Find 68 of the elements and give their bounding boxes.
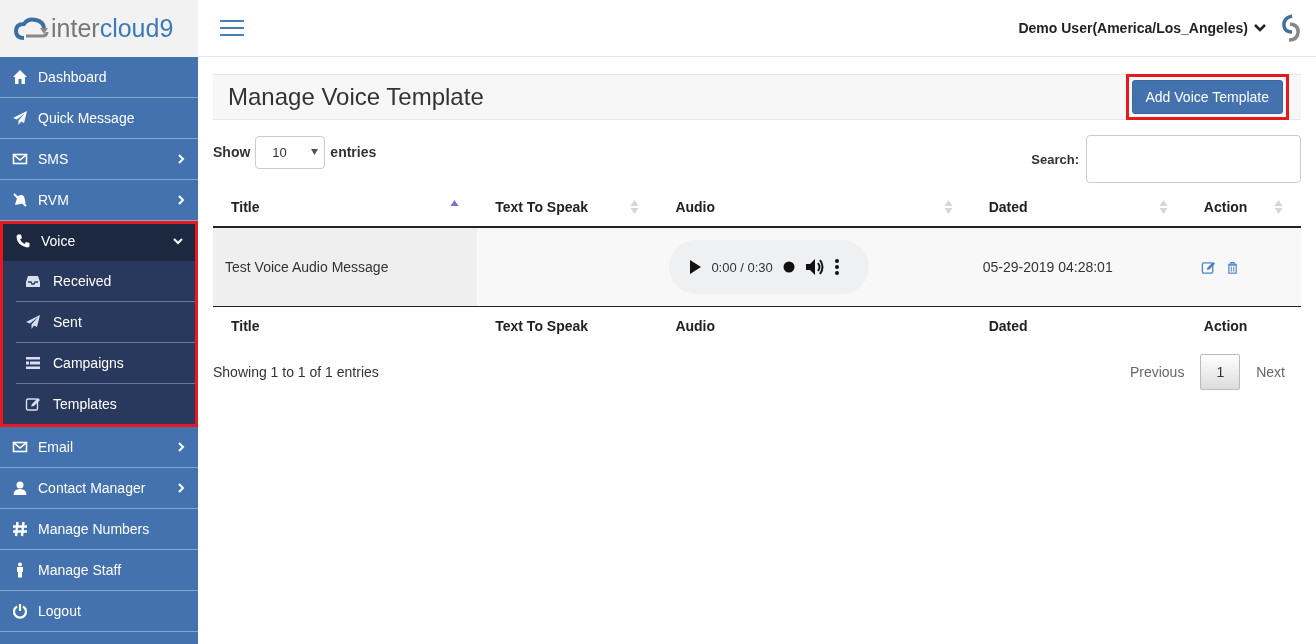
page-button[interactable]: 1: [1200, 354, 1241, 390]
house-icon: [12, 69, 28, 85]
play-icon[interactable]: [689, 260, 702, 274]
inbox-icon: [25, 273, 41, 289]
envelope-icon: [12, 439, 28, 455]
menu-icon[interactable]: [220, 19, 244, 37]
entries-select[interactable]: 10: [255, 135, 326, 169]
edit-icon[interactable]: [1200, 259, 1216, 275]
submenu-item[interactable]: Received: [16, 261, 195, 302]
trash-icon[interactable]: [1225, 259, 1239, 275]
column-header[interactable]: Title: [231, 199, 260, 215]
submenu-item[interactable]: Templates: [16, 384, 195, 424]
phone-icon: [15, 233, 31, 249]
add-voice-template-button[interactable]: Add Voice Template: [1131, 80, 1283, 114]
chevron-right-icon: [176, 483, 186, 493]
sidebar-item[interactable]: Dashboard: [0, 57, 198, 98]
sidebar-item[interactable]: Manage Staff: [0, 550, 198, 591]
progress-dot-icon[interactable]: [782, 261, 795, 273]
column-header[interactable]: Text To Speak: [495, 199, 589, 215]
submenu-item[interactable]: Sent: [16, 302, 195, 343]
submenu-item[interactable]: Campaigns: [16, 343, 195, 384]
column-footer: Dated: [988, 318, 1028, 334]
sidebar-item[interactable]: Email: [0, 427, 198, 468]
caret-icon: [311, 149, 319, 155]
column-header[interactable]: Dated: [988, 199, 1028, 215]
user-menu[interactable]: Demo User(America/Los_Angeles): [1018, 20, 1266, 36]
sidebar-item[interactable]: Logout: [0, 591, 198, 632]
page-title: Manage Voice Template: [228, 83, 484, 111]
entries-info: Showing 1 to 1 of 1 entries: [213, 364, 379, 380]
edit-icon: [25, 396, 41, 412]
chevron-down-icon: [1254, 23, 1266, 33]
logo-icon: [1280, 14, 1302, 42]
column-header[interactable]: Action: [1203, 199, 1248, 215]
column-footer: Text To Speak: [495, 318, 589, 334]
sidebar-item[interactable]: Manage Numbers: [0, 509, 198, 550]
sidebar-item[interactable]: Voice: [3, 221, 195, 261]
table-cell: 05-29-2019 04:28:01: [970, 227, 1186, 307]
audio-time: 0:00 / 0:30: [711, 259, 773, 275]
paper-plane-icon: [25, 314, 41, 330]
previous-button[interactable]: Previous: [1113, 354, 1201, 390]
paper-plane-icon: [12, 110, 28, 126]
column-footer: Audio: [675, 318, 716, 334]
power-icon: [12, 603, 28, 619]
more-icon[interactable]: [834, 259, 839, 275]
next-button[interactable]: Next: [1240, 354, 1301, 390]
chevron-right-icon: [176, 442, 186, 452]
table-cell: Test Voice Audio Message: [213, 227, 478, 307]
hash-icon: [12, 521, 28, 537]
chevron-down-icon: [173, 236, 183, 246]
sidebar-item[interactable]: Quick Message: [0, 98, 198, 139]
muted-bell-icon: [12, 192, 28, 208]
person-icon: [12, 480, 28, 496]
search-field[interactable]: [1086, 135, 1301, 183]
sidebar-item[interactable]: Contact Manager: [0, 468, 198, 509]
chevron-right-icon: [176, 154, 186, 164]
search-label: Search:: [1031, 151, 1079, 167]
chevron-right-icon: [176, 195, 186, 205]
column-footer: Title: [231, 318, 260, 334]
envelope-icon: [12, 151, 28, 167]
list-icon: [25, 355, 41, 371]
volume-icon[interactable]: [804, 258, 825, 276]
sidebar-item[interactable]: SMS: [0, 139, 198, 180]
audio-player[interactable]: 0:00 / 0:30: [669, 240, 870, 294]
entries-label: entries: [330, 144, 377, 160]
column-header[interactable]: Audio: [675, 199, 716, 215]
show-label: Show: [213, 144, 251, 160]
logo-icon[interactable]: [14, 15, 50, 42]
column-footer: Action: [1203, 318, 1248, 334]
